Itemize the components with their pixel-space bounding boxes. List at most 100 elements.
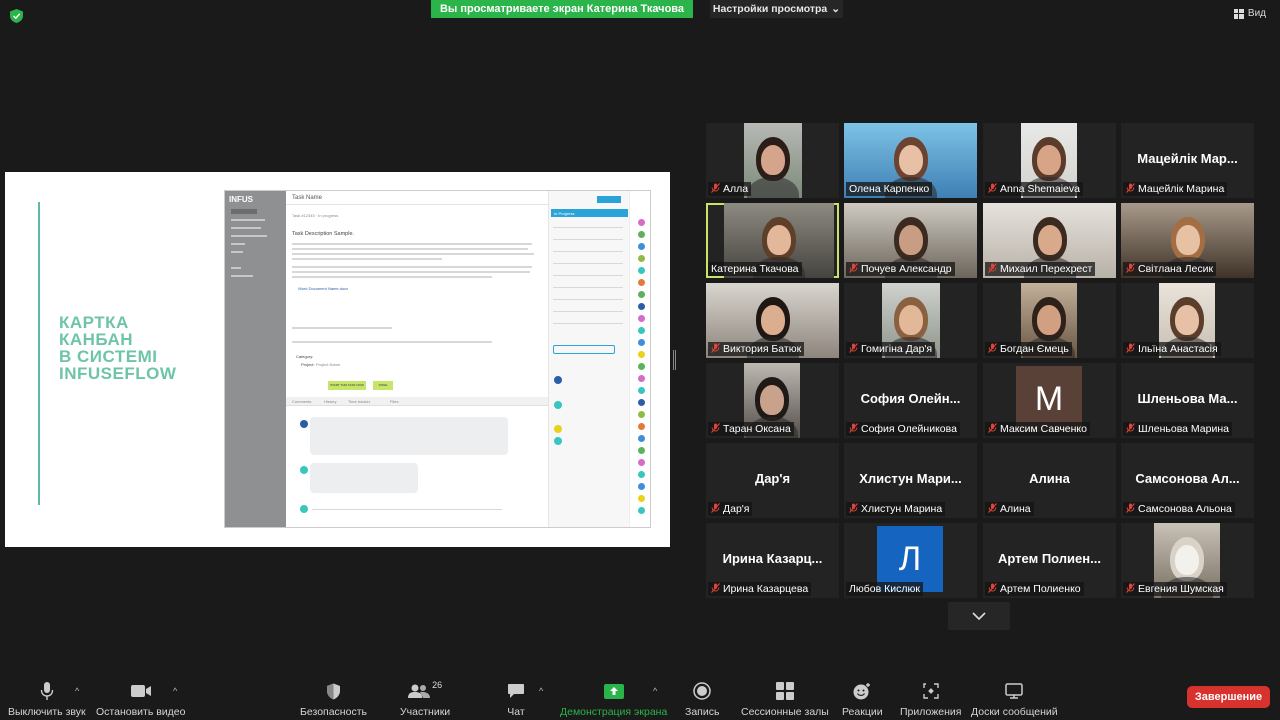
participant-name-label: Мацейлік Марина [1123,182,1228,196]
app-tab: Files [390,399,399,404]
participant-tile[interactable]: M Максим Савченко [983,363,1116,438]
shield-icon[interactable] [10,9,23,23]
participant-name: Anna Shemaieva [1000,183,1080,195]
app-status-bar: In Progress [551,209,628,217]
app-project-value: Project Name [316,362,341,367]
mute-options-caret[interactable]: ^ [75,686,79,696]
participant-name: Максим Савченко [1000,423,1087,435]
participant-tile[interactable]: Таран Оксана [706,363,839,438]
microphone-muted-icon [711,183,720,195]
participant-tile[interactable]: Хлистун Мари... Хлистун Марина [844,443,977,518]
participant-tile[interactable]: Anna Shemaieva [983,123,1116,198]
chat-button[interactable]: Чат [507,680,525,718]
share-options-caret[interactable]: ^ [653,686,657,696]
smiley-icon [853,683,871,700]
view-button-label: Вид [1247,8,1266,19]
reactions-button[interactable]: Реакции [842,680,883,718]
app-category-label: Category: [296,354,314,359]
participant-tile[interactable]: Богдан Ємець [983,283,1116,358]
participant-tile[interactable]: Катерина Ткачова [706,203,839,278]
participant-name-label: Любов Кислюк [846,582,923,596]
view-button[interactable]: Вид [1233,8,1266,19]
participant-name: Ирина Казарцева [723,583,809,595]
participant-name: Катерина Ткачова [711,263,799,275]
app-task-name: Task Name [286,191,548,205]
participants-label: Участники [400,706,451,718]
shared-screen: КАРТКА КАНБАН В СИСТЕМІ INFUSEFLOW INFUS… [5,172,670,547]
share-screen-button[interactable]: Демонстрация экрана [560,680,667,718]
app-attachment: Word Document Name.docx [298,286,349,291]
participant-tile[interactable]: Л Любов Кислюк [844,523,977,598]
participant-tile[interactable]: Ирина Казарц... Ирина Казарцева [706,523,839,598]
participant-name-label: Хлистун Марина [846,502,946,516]
participants-count: 26 [432,680,443,690]
microphone-muted-icon [1126,423,1135,435]
participant-video [744,123,802,198]
sharing-banner: Вы просматриваете экран Катерина Ткачова [431,0,693,18]
microphone-muted-icon [711,423,720,435]
participant-tile[interactable]: Олена Карпенко [844,123,977,198]
chat-options-caret[interactable]: ^ [539,686,543,696]
participant-tile[interactable]: Гомигіна Дар'я [844,283,977,358]
participant-tile[interactable]: София Олейн... София Олейникова [844,363,977,438]
participant-tile[interactable]: Алина Алина [983,443,1116,518]
participant-display-name: Хлистун Мари... [859,471,962,486]
reactions-label: Реакции [842,706,883,718]
participant-tile[interactable]: Артем Полиен... Артем Полиенко [983,523,1116,598]
share-screen-icon [603,683,624,699]
breakout-rooms-button[interactable]: Сессионные залы [741,680,829,718]
app-sidebar: INFUS [225,191,286,527]
participant-name: Почуев Александр [861,263,952,275]
microphone-muted-icon [988,423,997,435]
video-camera-icon [130,685,151,697]
participant-name: Виктория Батюк [723,343,802,355]
participant-name: Ільїна Анастасія [1138,343,1218,355]
security-button[interactable]: Безопасность [300,680,367,718]
participant-name-label: Таран Оксана [708,422,794,436]
next-page-button[interactable] [948,602,1010,630]
microphone-muted-icon [988,503,997,515]
microphone-muted-icon [988,263,997,275]
participant-name: Гомигіна Дар'я [861,343,933,355]
participant-tile[interactable]: Виктория Батюк [706,283,839,358]
splitter-handle[interactable] [673,350,677,370]
app-tab: History [324,399,337,404]
participant-display-name: Ирина Казарц... [722,551,823,566]
participant-tile[interactable]: Ільїна Анастасія [1121,283,1254,358]
microphone-muted-icon [849,423,858,435]
participant-tile[interactable]: Евгения Шумская [1121,523,1254,598]
video-options-caret[interactable]: ^ [173,686,177,696]
participant-display-name: Самсонова Ал... [1135,471,1240,486]
record-icon [693,682,711,700]
slide-title-line: КАРТКА [59,313,129,332]
participant-tile[interactable]: Світлана Лесик [1121,203,1254,278]
participant-tile[interactable]: Самсонова Ал... Самсонова Альона [1121,443,1254,518]
participant-tile[interactable]: Михаил Перехрест [983,203,1116,278]
participant-name-label: Виктория Батюк [708,342,805,356]
microphone-muted-icon [988,583,997,595]
app-tab: Time tracker [348,399,371,404]
participant-tile[interactable]: Дар'я Дар'я [706,443,839,518]
participant-name: Світлана Лесик [1138,263,1214,275]
view-settings-button[interactable]: Настройки просмотра ⌄ [710,0,843,18]
mute-button[interactable]: Выключить звук [8,680,86,718]
microphone-muted-icon [1126,583,1135,595]
participant-tile[interactable]: Мацейлік Мар... Мацейлік Марина [1121,123,1254,198]
whiteboard-button[interactable]: Доски сообщений [971,680,1058,718]
microphone-muted-icon [1126,343,1135,355]
participant-name-label: Алина [985,502,1034,516]
participant-tile[interactable]: Алла [706,123,839,198]
participant-tile[interactable]: Шленьова Ма... Шленьова Марина [1121,363,1254,438]
shield-icon [326,683,340,699]
apps-button[interactable]: Приложения [900,680,961,718]
microphone-muted-icon [849,263,858,275]
participant-name-label: Світлана Лесик [1123,262,1217,276]
end-meeting-button[interactable]: Завершение [1187,686,1270,708]
participants-button[interactable]: 26 Участники [400,680,450,718]
participant-name-label: Богдан Ємець [985,342,1072,356]
participant-tile[interactable]: Почуев Александр [844,203,977,278]
participant-name-label: Шленьова Марина [1123,422,1232,436]
record-button[interactable]: Запись [685,680,719,718]
apps-icon [923,683,939,699]
share-screen-label: Демонстрация экрана [560,706,668,718]
